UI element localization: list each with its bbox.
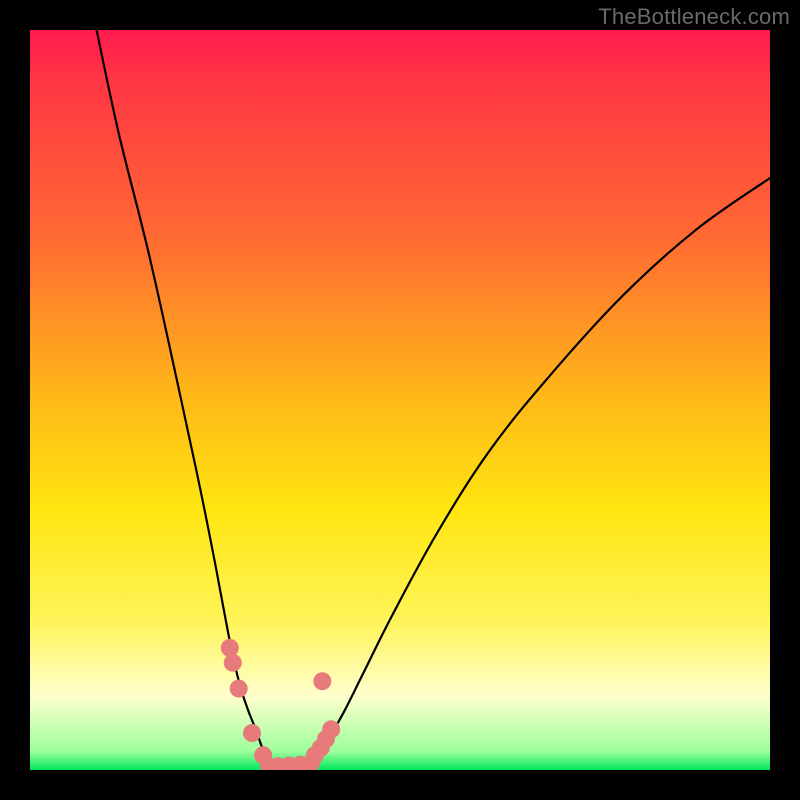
data-marker [221,639,239,657]
watermark-text: TheBottleneck.com [598,4,790,30]
chart-svg [30,30,770,770]
curve-layer [97,30,770,766]
marker-layer [221,639,340,770]
data-marker [224,654,242,672]
data-marker [322,720,340,738]
data-marker [243,724,261,742]
chart-frame: TheBottleneck.com [0,0,800,800]
bottleneck-curve [311,178,770,766]
plot-area [30,30,770,770]
data-marker [230,680,248,698]
bottleneck-curve [97,30,269,766]
data-marker [313,672,331,690]
